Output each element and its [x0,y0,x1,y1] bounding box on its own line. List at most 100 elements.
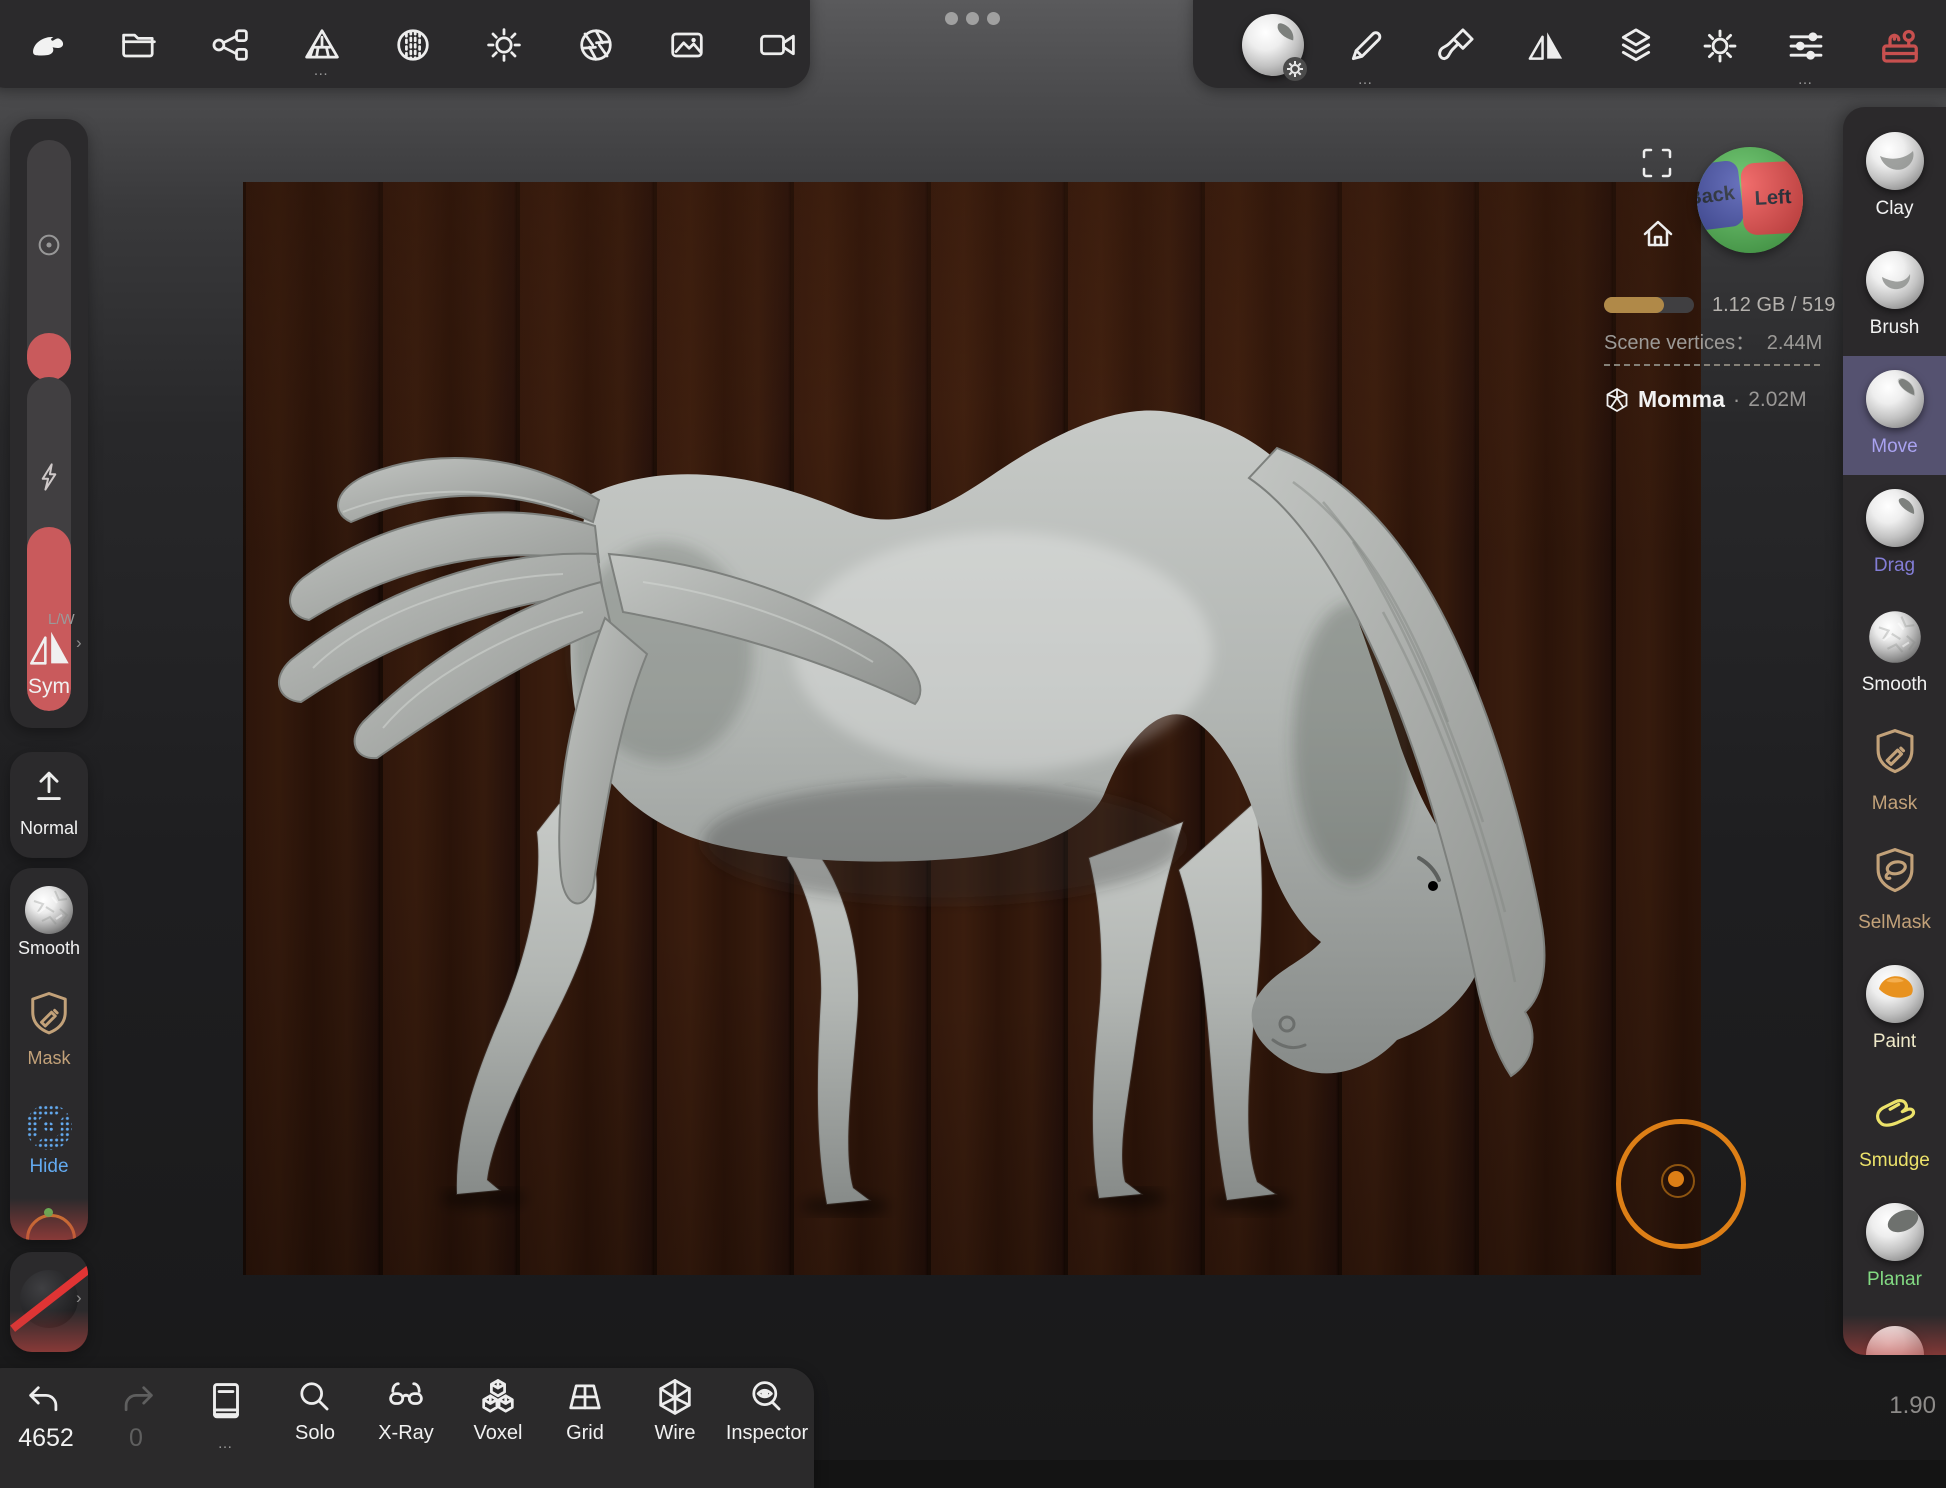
multitask-handle[interactable] [945,12,1005,25]
toggle-grid[interactable]: Grid [550,1376,620,1445]
toggle-solo[interactable]: Solo [280,1376,350,1445]
paintbrush-icon [1433,23,1479,69]
history-button[interactable] [198,1378,254,1428]
symmetry-toggle[interactable] [22,625,78,669]
lighting-button[interactable] [474,15,534,75]
sliders-icon [1783,23,1829,69]
home-icon [1638,214,1678,254]
tool-move-label: Move [1843,436,1946,458]
fullscreen-button[interactable] [1636,142,1678,184]
folder-icon [117,23,161,67]
paint-all-button[interactable] [1428,18,1484,74]
smooth-subtool-button[interactable] [21,882,77,938]
material-slot-panel[interactable]: › [10,1252,88,1352]
tool-planar[interactable]: Planar [1843,1189,1946,1308]
normal-label: Normal [10,818,88,839]
brush-sphere-icon [1866,251,1924,309]
stroke-button[interactable]: … [1338,18,1394,74]
toggle-xray-label: X-Ray [366,1422,446,1445]
camera-button[interactable] [748,15,808,75]
left-stroke-panel: L/W › Sym [10,119,88,728]
toggle-grid-label: Grid [550,1422,620,1445]
video-camera-icon [756,23,800,67]
tool-smudge[interactable]: Smudge [1843,1070,1946,1189]
toggle-inspector[interactable]: Inspector [712,1376,822,1445]
undo-button[interactable] [16,1380,76,1424]
radius-slider[interactable] [27,140,71,381]
gizmo-subtool-partial[interactable] [24,1206,74,1240]
tool-selmask-label: SelMask [1843,912,1946,934]
layers-button[interactable] [1608,18,1664,74]
undo-icon [24,1382,68,1422]
tool-planar-label: Planar [1843,1269,1946,1291]
tool-move[interactable]: Move [1843,356,1946,475]
handle-dot [945,12,958,25]
strength-icon [31,459,67,495]
settings-button[interactable] [1692,18,1748,74]
home-view-button[interactable] [1636,212,1680,256]
memory-bar [1604,297,1694,313]
glasses-icon [384,1376,428,1420]
postprocess-button[interactable] [566,15,626,75]
hide-subtool-label: Hide [10,1156,88,1178]
selmask-shield-icon [1869,844,1921,902]
wireframe-hex-icon [653,1376,697,1420]
toggle-inspector-label: Inspector [712,1422,822,1445]
gizmo-ring-icon [26,1214,76,1240]
zoom-level: 1.90 [1856,1392,1936,1420]
mask-subtool-button[interactable] [24,988,74,1044]
toggle-xray[interactable]: X-Ray [366,1376,446,1445]
image-icon [665,23,709,67]
mask-subtool-label: Mask [10,1048,88,1069]
background-button[interactable]: … [292,15,352,75]
undo-count: 4652 [4,1424,88,1453]
export-button[interactable] [201,15,261,75]
toggle-wire[interactable]: Wire [640,1376,710,1445]
material-expand-chevron[interactable]: › [76,1288,82,1308]
scene-vertices-value: 2.44M [1767,332,1823,354]
object-row[interactable]: Momma · 2.02M [1604,386,1807,413]
layers-icon [1613,23,1659,69]
stroke-more-dots: … [1338,76,1394,84]
image-export-button[interactable] [657,15,717,75]
redo-button[interactable] [106,1380,166,1424]
viewport-canvas[interactable] [243,182,1701,1275]
tool-selmask[interactable]: SelMask [1843,832,1946,951]
bricks-pyramid-icon [300,23,344,67]
mirror-icon [1523,23,1569,69]
planar-sphere-icon [1866,1203,1924,1261]
mask-shield-icon [1869,725,1921,783]
tool-brush[interactable]: Brush [1843,237,1946,356]
tool-drag[interactable]: Drag [1843,475,1946,594]
material-button[interactable] [1240,12,1306,78]
toggle-voxel-label: Voxel [458,1422,538,1445]
horse-model[interactable] [243,182,1701,1275]
hide-subtool-button[interactable] [22,1100,76,1154]
tool-paint[interactable]: Paint [1843,951,1946,1070]
pencil-icon [1343,23,1389,69]
drag-sphere-icon [1866,489,1924,547]
tool-smooth[interactable]: Smooth [1843,594,1946,713]
topology-button[interactable]: … [1778,18,1834,74]
tool-sidebar: Clay Brush Move Drag Smooth [1843,107,1946,1355]
tool-smudge-label: Smudge [1843,1150,1946,1172]
tool-clay[interactable]: Clay [1843,118,1946,237]
toggle-solo-label: Solo [280,1422,350,1445]
tool-drag-label: Drag [1843,555,1946,577]
tool-sidebar-bottom-glow [1843,1315,1946,1355]
move-sphere-icon [1866,370,1924,428]
toggle-voxel[interactable]: Voxel [458,1376,538,1445]
debug-button[interactable] [1870,16,1930,76]
nomad-logo-button[interactable] [18,15,78,75]
files-button[interactable] [109,15,169,75]
gear-icon [1697,23,1743,69]
toolbox-icon [1875,21,1925,71]
orientation-ball[interactable]: Back Left [1697,147,1803,253]
symmetry-button[interactable] [1518,18,1574,74]
falloff-panel[interactable]: Normal [10,752,88,858]
sym-expand-chevron[interactable]: › [76,633,82,653]
tool-mask[interactable]: Mask [1843,713,1946,832]
memory-text-clip: 1.12 GB / 519 MB [1712,294,1838,317]
matcap-button[interactable] [383,15,443,75]
gizmo-axis-dot [44,1208,53,1217]
